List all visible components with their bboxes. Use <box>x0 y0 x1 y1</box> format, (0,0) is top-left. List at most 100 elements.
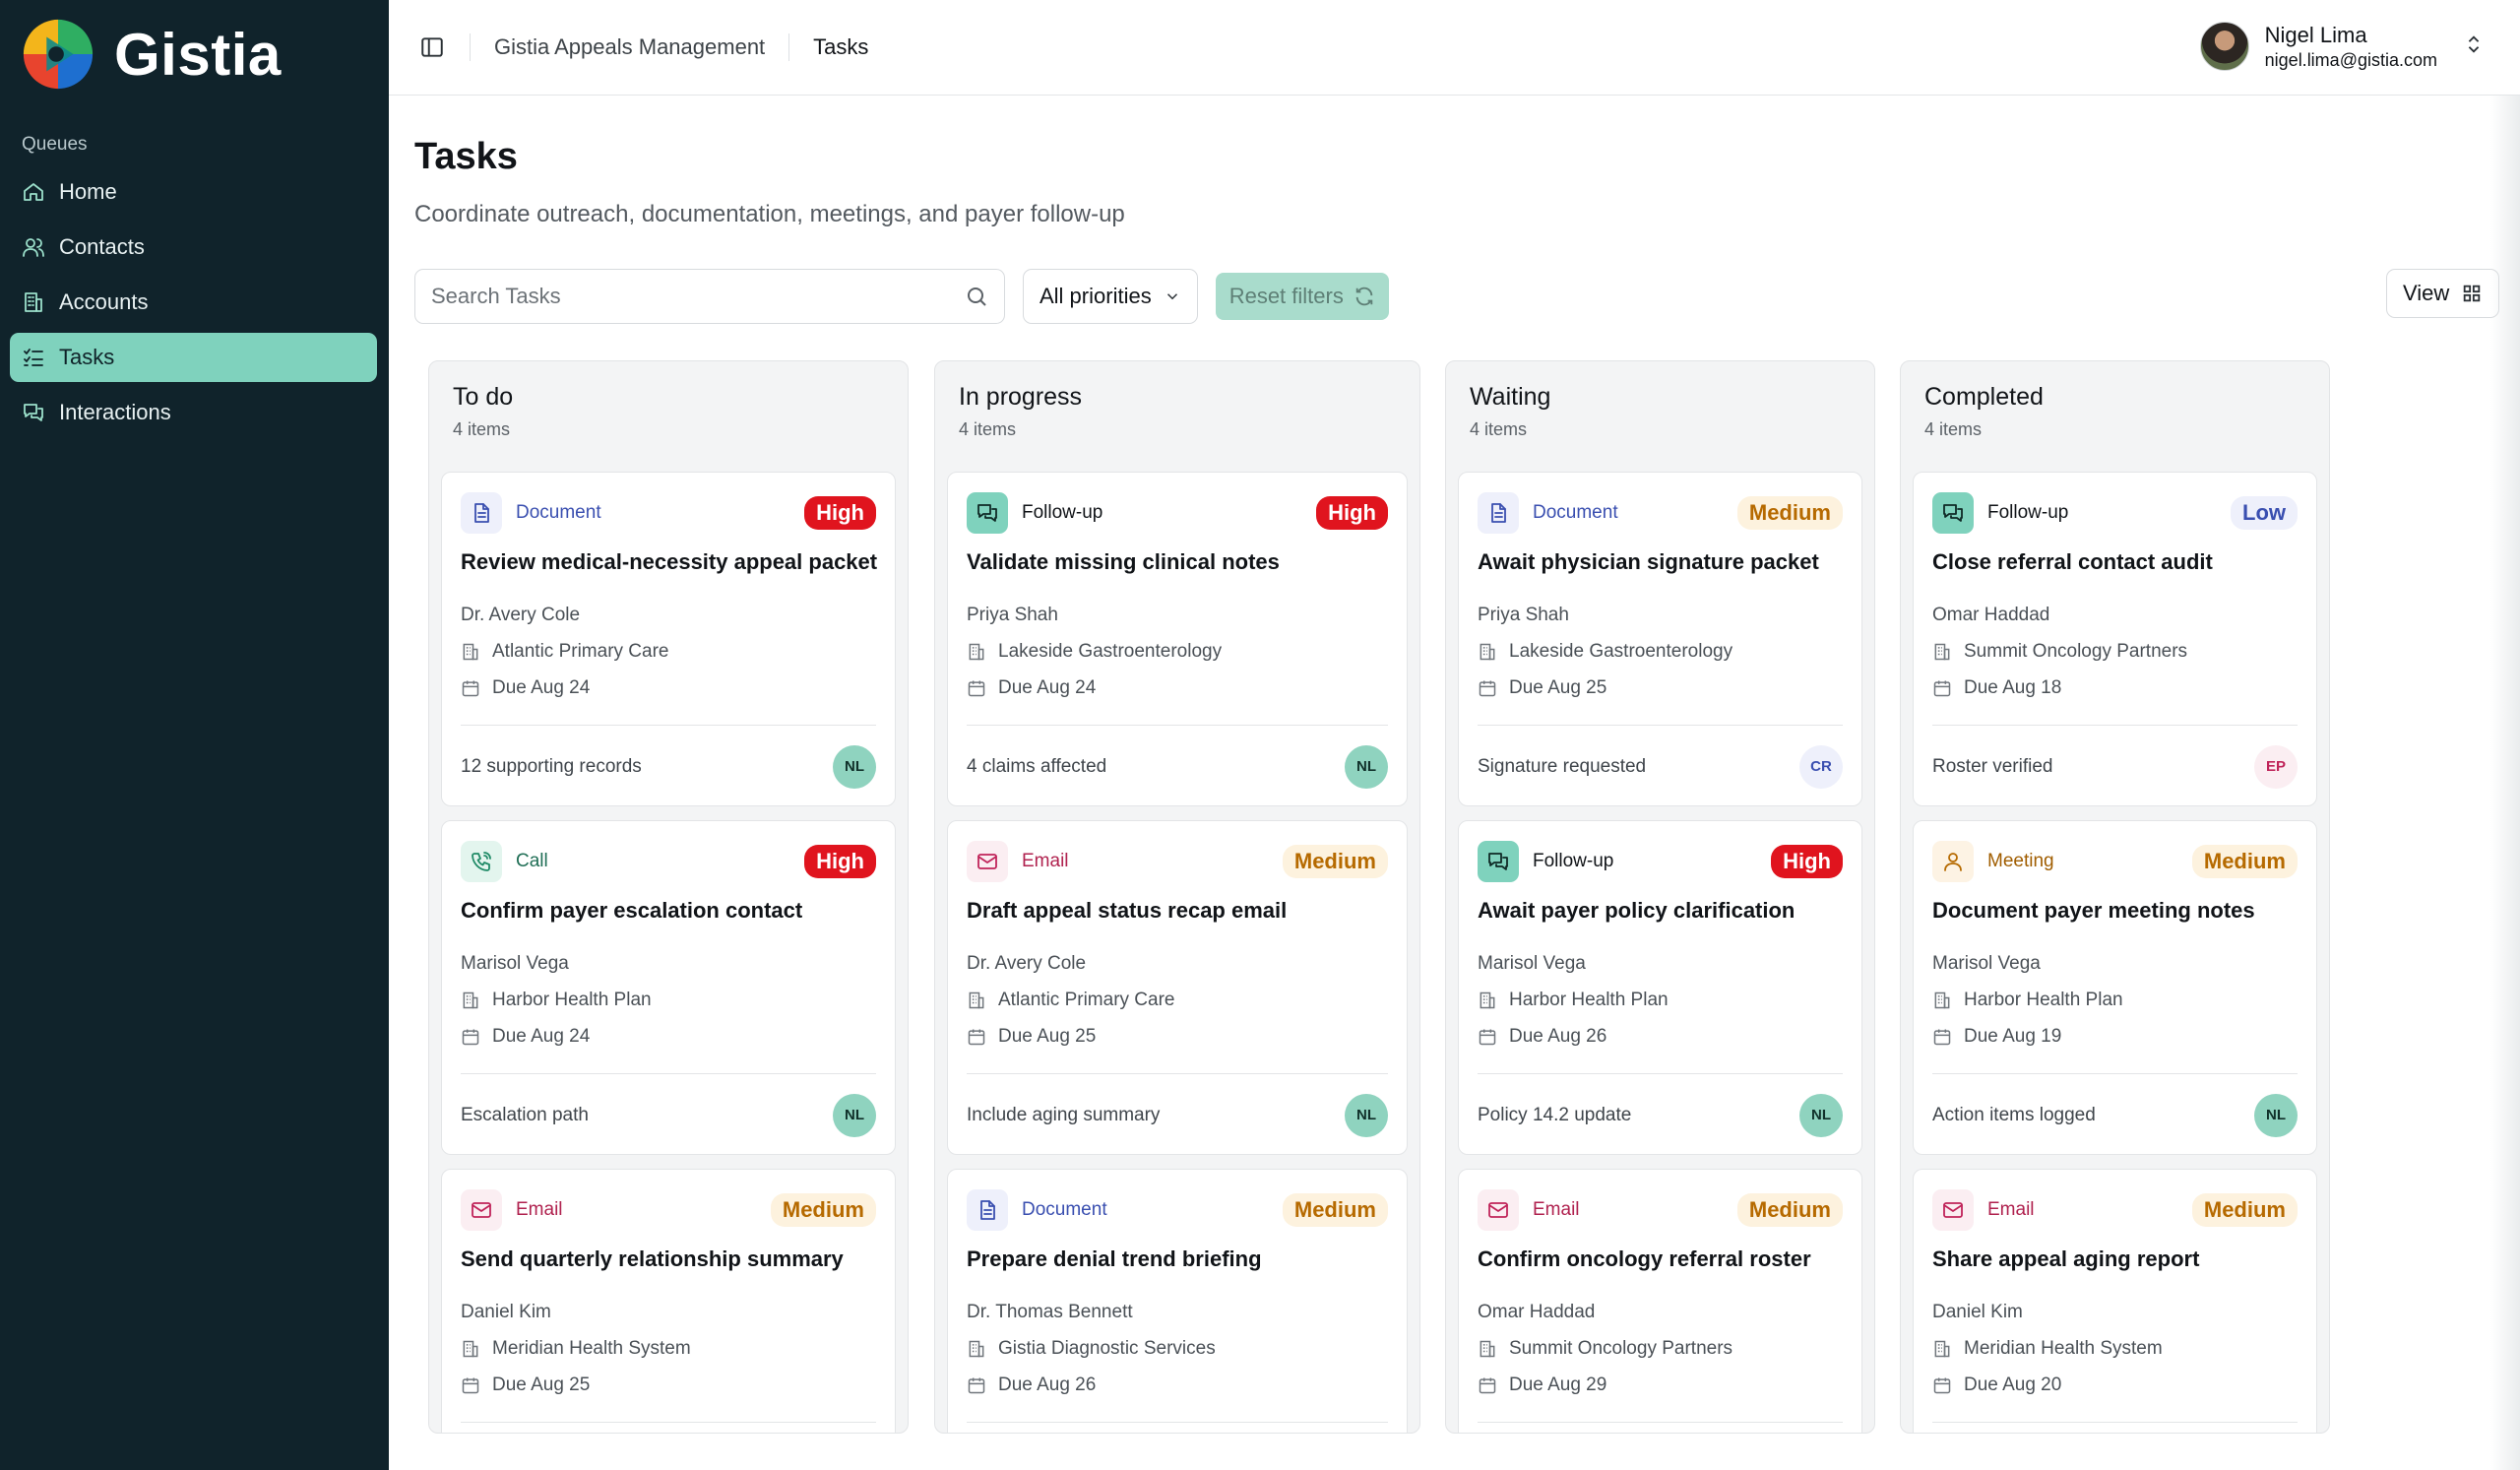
task-card[interactable]: Document Medium Await physician signature … <box>1458 472 1862 806</box>
phone-icon <box>461 841 502 882</box>
task-due-date: Due Aug 25 <box>998 1025 1097 1047</box>
scroll-shadow <box>2490 96 2520 1470</box>
column-cards: Follow-up Low Close referral contact audit… <box>1901 472 2329 1433</box>
task-type-label: Email <box>1022 851 1069 871</box>
task-card[interactable]: Document High Review medical-necessity app… <box>441 472 896 806</box>
task-contact: Dr. Avery Cole <box>461 597 876 633</box>
calendar-icon <box>1479 680 1496 696</box>
task-type: Document <box>461 492 601 534</box>
kanban-column-waiting: Waiting 4 items Document Medium Await physic… <box>1445 360 1875 1434</box>
task-due-date: Due Aug 25 <box>1509 676 1607 698</box>
kanban-column-to-do: To do 4 items Document High Review medical-n… <box>428 360 909 1434</box>
task-contact-name: Dr. Avery Cole <box>967 952 1087 974</box>
column-title: Completed <box>1924 383 2044 411</box>
assignee-avatar[interactable]: NL <box>2254 1093 2298 1137</box>
search-input[interactable]: Search Tasks <box>414 269 1005 324</box>
assignee-avatar[interactable]: NL <box>1799 1093 1843 1137</box>
column-count: 4 items <box>453 419 511 439</box>
assignee-avatar[interactable]: NL <box>1345 1093 1388 1137</box>
sidebar-item-interactions[interactable]: Interactions <box>10 388 377 437</box>
task-type-label: Call <box>516 851 548 871</box>
sidebar-item-contacts[interactable]: Contacts <box>10 223 377 272</box>
search-placeholder: Search Tasks <box>431 284 561 308</box>
sidebar-item-label: Interactions <box>59 400 171 424</box>
sidebar-item-tasks[interactable]: Tasks <box>10 333 377 382</box>
task-title: Draft appeal status recap email <box>967 898 1288 923</box>
column-header: To do 4 items <box>429 361 908 472</box>
grid-icon <box>2464 285 2481 302</box>
column-count: 4 items <box>959 419 1017 439</box>
messages-icon <box>1932 492 1974 534</box>
building-icon <box>1934 643 1950 660</box>
task-account-name: Meridian Health System <box>492 1337 691 1359</box>
calendar-icon <box>462 1029 479 1045</box>
task-due: Due Aug 24 <box>967 670 1388 706</box>
app-logo[interactable]: Gistia <box>20 16 282 93</box>
task-title: Await physician signature packet <box>1478 549 1819 574</box>
view-button[interactable]: View <box>2386 269 2500 318</box>
task-card[interactable]: Call High Confirm payer escalation contact… <box>441 820 896 1155</box>
user-menu[interactable]: Nigel Lima nigel.lima@gistia.com <box>2199 22 2485 71</box>
building-icon <box>22 290 45 314</box>
messages-icon <box>967 492 1008 534</box>
task-account: Meridian Health System <box>461 1330 876 1367</box>
task-contact: Daniel Kim <box>461 1294 876 1330</box>
calendar-icon <box>1479 1029 1496 1045</box>
task-contact-name: Dr. Avery Cole <box>461 604 581 625</box>
task-account: Atlantic Primary Care <box>461 633 876 670</box>
sidebar-toggle-button[interactable] <box>418 33 446 61</box>
assignee-avatar[interactable]: CR <box>1799 744 1843 789</box>
task-card[interactable]: Email Medium Confirm oncology referral ros… <box>1458 1169 1862 1433</box>
reset-filters-button[interactable]: Reset filters <box>1215 273 1389 320</box>
priority-badge: High <box>1316 496 1388 530</box>
assignee-avatar[interactable]: EP <box>2254 744 2298 789</box>
task-footer <box>1478 1422 1843 1433</box>
user-icon <box>1932 841 1974 882</box>
task-footer: 4 claims affected NL <box>967 725 1388 807</box>
task-card[interactable]: Follow-up High Await payer policy clarific… <box>1458 820 1862 1155</box>
task-type: Document <box>967 1189 1107 1231</box>
task-type-label: Follow-up <box>1022 502 1103 523</box>
task-card[interactable]: Email Medium Draft appeal status recap ema… <box>947 820 1408 1155</box>
task-card[interactable]: Email Medium Send quarterly relationship s… <box>441 1169 896 1433</box>
task-account: Lakeside Gastroenterology <box>1478 633 1843 670</box>
column-cards: Document Medium Await physician signature … <box>1446 472 1874 1433</box>
column-title: To do <box>453 383 514 411</box>
breadcrumb-app[interactable]: Gistia Appeals Management <box>494 34 765 60</box>
task-account: Summit Oncology Partners <box>1478 1330 1843 1367</box>
building-icon <box>969 1340 984 1357</box>
task-contact-name: Priya Shah <box>1478 604 1569 625</box>
assignee-avatar[interactable]: NL <box>833 744 876 789</box>
calendar-icon <box>1479 1377 1496 1393</box>
column-title: In progress <box>959 383 1083 411</box>
assignee-avatar[interactable]: NL <box>1345 744 1388 789</box>
column-cards: Document High Review medical-necessity app… <box>429 472 908 1433</box>
task-card[interactable]: Email Medium Share appeal aging report Dani… <box>1913 1169 2317 1433</box>
task-contact: Marisol Vega <box>1478 945 1843 982</box>
reset-filters-label: Reset filters <box>1228 284 1344 308</box>
task-footer-note: Signature requested <box>1478 755 1647 777</box>
task-due: Due Aug 19 <box>1932 1018 2298 1055</box>
priority-badge: Medium <box>2191 1193 2298 1227</box>
task-account-name: Atlantic Primary Care <box>998 989 1175 1010</box>
task-contact-name: Priya Shah <box>967 604 1058 625</box>
kanban-column-completed: Completed 4 items Follow-up Low Close referr… <box>1900 360 2330 1434</box>
task-due-date: Due Aug 29 <box>1509 1374 1607 1395</box>
task-toolbar: Search Tasks All priorities Reset filter… <box>414 269 1389 324</box>
task-card[interactable]: Document Medium Prepare denial trend brief… <box>947 1169 1408 1433</box>
sidebar: Gistia Queues Home Contacts Accounts Tas… <box>0 0 389 1470</box>
priority-filter-select[interactable]: All priorities <box>1023 269 1198 324</box>
column-header: Completed 4 items <box>1901 361 2329 472</box>
task-card[interactable]: Follow-up High Validate missing clinical n… <box>947 472 1408 806</box>
calendar-icon <box>968 680 985 696</box>
sidebar-item-accounts[interactable]: Accounts <box>10 278 377 327</box>
task-card[interactable]: Follow-up Low Close referral contact audit… <box>1913 472 2317 806</box>
sidebar-item-home[interactable]: Home <box>10 167 377 217</box>
task-account: Meridian Health System <box>1932 1330 2298 1367</box>
task-account: Harbor Health Plan <box>1478 982 1843 1018</box>
task-due: Due Aug 25 <box>1478 670 1843 706</box>
priority-filter-value: All priorities <box>1040 284 1152 308</box>
assignee-avatar[interactable]: NL <box>833 1093 876 1137</box>
user-name: Nigel Lima <box>2264 22 2367 47</box>
task-card[interactable]: Meeting Medium Document payer meeting note… <box>1913 820 2317 1155</box>
